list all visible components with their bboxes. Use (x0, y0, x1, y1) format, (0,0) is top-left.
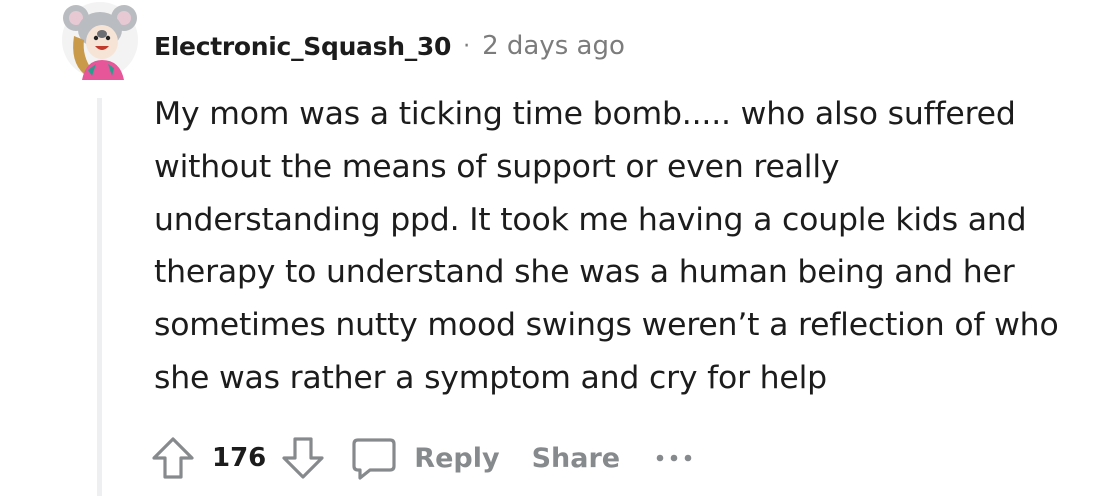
comment-body-line: therapy to understand she was a human be… (154, 254, 1015, 291)
reply-icon-button[interactable] (350, 434, 398, 482)
comment-body-line: she was rather a symptom and cry for hel… (154, 359, 827, 396)
speech-bubble-icon (352, 438, 396, 480)
comment-body-line: without the means of support or even rea… (154, 148, 840, 185)
comment-body-line: understanding ppd. It took me having a c… (154, 201, 1027, 238)
user-avatar[interactable] (62, 0, 138, 80)
koala-avatar-icon (62, 2, 138, 80)
downvote-button[interactable] (280, 435, 326, 481)
thread-line[interactable] (97, 98, 102, 496)
comment-body: My mom was a ticking time bomb..... who … (154, 88, 1114, 405)
ellipsis-icon (656, 454, 692, 462)
vote-count: 176 (212, 443, 267, 473)
comment-actions: 176 Reply Share (150, 430, 694, 486)
arrow-up-outline-icon (152, 437, 194, 479)
comment: Electronic_Squash_30 · 2 days ago My mom… (0, 0, 1117, 496)
arrow-down-outline-icon (282, 437, 324, 479)
comment-body-line: My mom was a ticking time bomb..... who … (154, 96, 1016, 132)
share-button[interactable]: Share (532, 443, 621, 474)
author-name[interactable]: Electronic_Squash_30 (154, 32, 451, 61)
comment-timestamp[interactable]: 2 days ago (482, 31, 625, 61)
comment-body-line: sometimes nutty mood swings weren’t a re… (154, 307, 1059, 344)
upvote-button[interactable] (150, 435, 196, 481)
comment-meta: Electronic_Squash_30 · 2 days ago (154, 28, 625, 64)
more-options-button[interactable] (654, 448, 694, 468)
meta-separator: · (463, 33, 471, 59)
reply-button[interactable]: Reply (414, 443, 499, 474)
